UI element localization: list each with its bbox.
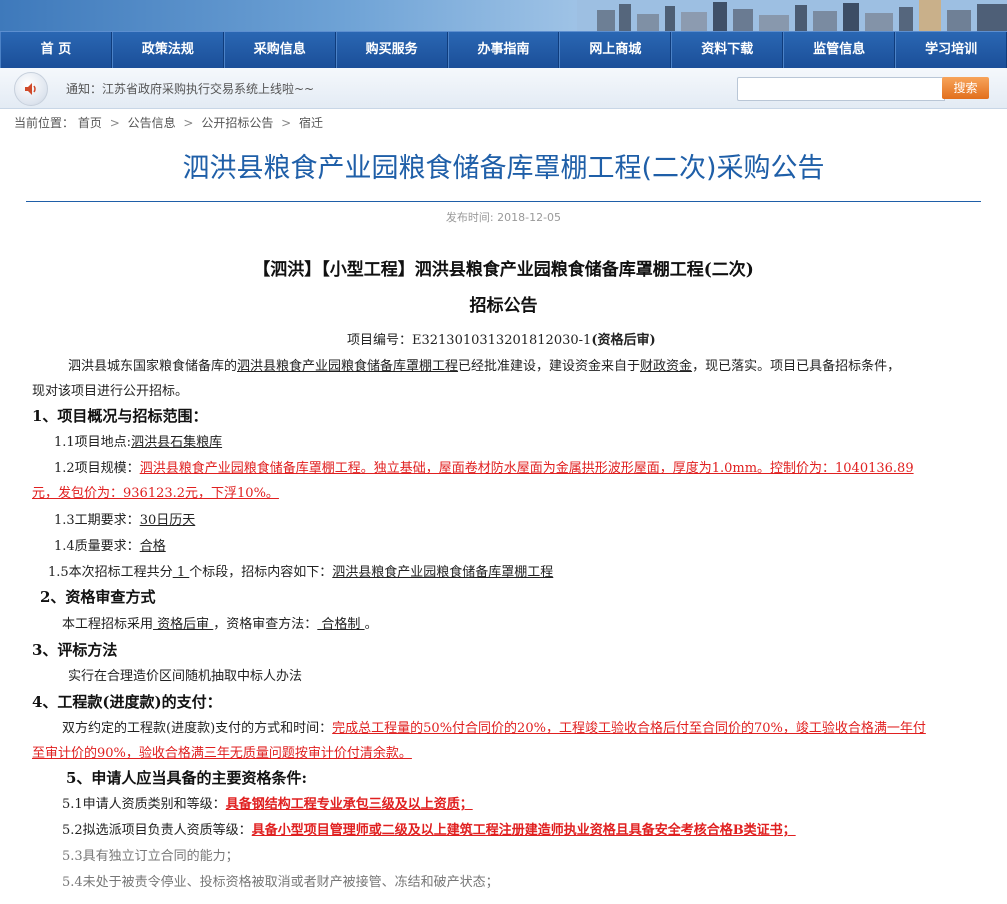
intro-project-name: 泗洪县粮食产业园粮食储备库罩棚工程 xyxy=(237,359,459,374)
item-1-1: 1.1项目地点:泗洪县石集粮库 xyxy=(54,431,222,450)
item-value: 30日历天 xyxy=(139,513,196,528)
item-value: 具备小型项目管理师或二级及以上建筑工程注册建造师执业资格且具备安全考核合格B类证… xyxy=(251,823,796,838)
nav-downloads[interactable]: 资料下载 xyxy=(671,32,784,68)
project-number-suffix: (资格后审) xyxy=(591,333,656,348)
section-1-heading: 1、项目概况与招标范围： xyxy=(32,407,208,425)
nav-supervision[interactable]: 监管信息 xyxy=(783,32,896,68)
nav-procurement-info[interactable]: 采购信息 xyxy=(223,32,336,68)
notice-bar: 通知：江苏省政府采购执行交易系统上线啦~~ 搜索 xyxy=(0,68,1007,109)
breadcrumb-separator: > xyxy=(109,116,120,130)
item-label: 5.2拟选派项目负责人资质等级： xyxy=(62,823,252,838)
payment-terms: 完成总工程量的50%付合同价的20%，工程竣工验收合格后付至合同价的70%，竣工… xyxy=(332,721,926,736)
document-subheading: 招标公告 xyxy=(469,296,538,316)
section-2-text: 本工程招标采用 资格后审 ，资格审查方法： 合格制 。 xyxy=(62,613,378,632)
item-label: 1.2项目规模： xyxy=(54,461,140,476)
section-3-heading: 3、评标方法 xyxy=(32,641,118,659)
payment-terms: 至审计价的90%，验收合格满三年无质量问题按审计价付清余款。 xyxy=(32,746,412,761)
section-2-heading: 2、资格审查方式 xyxy=(40,588,156,606)
search-button[interactable]: 搜索 xyxy=(942,77,989,99)
item-1-4: 1.4质量要求：合格 xyxy=(54,535,166,554)
text: 本工程招标采用 xyxy=(62,617,154,632)
banner-sky xyxy=(0,0,580,31)
section-4-heading: 4、工程款(进度款)的支付： xyxy=(32,693,222,711)
nav-online-mall[interactable]: 网上商城 xyxy=(559,32,672,68)
item-1-3: 1.3工期要求：30日历天 xyxy=(54,509,195,528)
header-banner xyxy=(0,0,1007,31)
item-value: 元，发包价为：936123.2元，下浮10%。 xyxy=(32,486,279,501)
page-title: 泗洪县粮食产业园粮食储备库罩棚工程(二次)采购公告 xyxy=(182,153,825,184)
item-5-2: 5.2拟选派项目负责人资质等级：具备小型项目管理师或二级及以上建筑工程注册建造师… xyxy=(62,819,796,838)
section-3-text: 实行在合理造价区间随机抽取中标人办法 xyxy=(68,669,303,684)
breadcrumb-public-tender[interactable]: 公开招标公告 xyxy=(201,116,273,130)
project-number: 项目编号：E3213010313201812030-1(资格后审) xyxy=(347,329,656,348)
item-5-4: 5.4未处于被责令停业、投标资格被取消或者财产被接管、冻结和破产状态； xyxy=(62,875,499,890)
document-heading: 【泗洪】【小型工程】泗洪县粮食产业园粮食储备库罩棚工程(二次) xyxy=(253,260,754,280)
text: 双方约定的工程款(进度款)支付的方式和时间： xyxy=(62,721,333,736)
nav-purchase-service[interactable]: 购买服务 xyxy=(335,32,448,68)
city-skyline-image xyxy=(577,0,1007,31)
breadcrumb-separator: > xyxy=(281,116,292,130)
breadcrumb-separator: > xyxy=(183,116,194,130)
nav-home[interactable]: 首 页 xyxy=(0,32,112,68)
item-label: 1.3工期要求： xyxy=(54,513,140,528)
item-1-5: 1.5本次招标工程共分 1 个标段，招标内容如下：泗洪县粮食产业园粮食储备库罩棚… xyxy=(48,561,553,580)
item-value: 泗洪县石集粮库 xyxy=(131,435,223,450)
section-5-heading: 5、申请人应当具备的主要资格条件: xyxy=(66,769,307,787)
review-method: 合格制 xyxy=(317,617,365,632)
nav-guide[interactable]: 办事指南 xyxy=(447,32,560,68)
breadcrumb-suqian[interactable]: 宿迁 xyxy=(299,116,323,130)
section-4-text-continued: 至审计价的90%，验收合格满三年无质量问题按审计价付清余款。 xyxy=(32,742,412,761)
item-value: 泗洪县粮食产业园粮食储备库罩棚工程 xyxy=(332,565,554,580)
item-1-2-continued: 元，发包价为：936123.2元，下浮10%。 xyxy=(32,482,279,501)
intro-text: ，现已落实。项目已具备招标条件， xyxy=(692,359,901,374)
speaker-icon xyxy=(14,72,48,106)
main-nav: 首 页 政策法规 采购信息 购买服务 办事指南 网上商城 资料下载 监管信息 学… xyxy=(0,31,1007,68)
item-label: 1.5本次招标工程共分 xyxy=(48,565,173,580)
item-count: 1 xyxy=(172,565,190,580)
text: ，资格审查方法： xyxy=(213,617,318,632)
item-value: 泗洪县粮食产业园粮食储备库罩棚工程。独立基础，屋面卷材防水屋面为金属拱形波形屋面… xyxy=(139,461,914,476)
item-label: 5.1申请人资质类别和等级： xyxy=(62,797,226,812)
intro-paragraph-end: 现对该项目进行公开招标。 xyxy=(32,384,189,399)
search-input[interactable] xyxy=(737,77,945,101)
breadcrumb-label: 当前位置： xyxy=(14,116,75,130)
breadcrumb-home[interactable]: 首页 xyxy=(78,116,102,130)
nav-training[interactable]: 学习培训 xyxy=(895,32,1007,68)
section-4-text: 双方约定的工程款(进度款)支付的方式和时间：完成总工程量的50%付合同价的20%… xyxy=(62,717,926,736)
item-label: 个标段，招标内容如下： xyxy=(189,565,333,580)
breadcrumb-announcements[interactable]: 公告信息 xyxy=(128,116,176,130)
notice-text[interactable]: 通知：江苏省政府采购执行交易系统上线啦~~ xyxy=(66,80,314,97)
intro-fund-source: 财政资金 xyxy=(640,359,693,374)
item-5-3: 5.3具有独立订立合同的能力； xyxy=(62,849,239,864)
nav-policy[interactable]: 政策法规 xyxy=(111,32,224,68)
publish-date: 发布时间: 2018-12-05 xyxy=(445,211,562,224)
item-5-1: 5.1申请人资质类别和等级：具备钢结构工程专业承包三级及以上资质； xyxy=(62,793,473,812)
item-label: 1.4质量要求： xyxy=(54,539,140,554)
breadcrumb: 当前位置： 首页 > 公告信息 > 公开招标公告 > 宿迁 xyxy=(0,109,1007,137)
review-mode: 资格后审 xyxy=(153,617,214,632)
item-label: 1.1项目地点: xyxy=(54,435,132,450)
intro-text: 泗洪县城东国家粮食储备库的 xyxy=(68,359,238,374)
text: 。 xyxy=(364,617,378,632)
item-1-2: 1.2项目规模：泗洪县粮食产业园粮食储备库罩棚工程。独立基础，屋面卷材防水屋面为… xyxy=(54,457,914,476)
intro-text: 已经批准建设，建设资金来自于 xyxy=(458,359,641,374)
item-value: 合格 xyxy=(139,539,166,554)
item-value: 具备钢结构工程专业承包三级及以上资质； xyxy=(225,797,473,812)
title-divider xyxy=(26,201,981,202)
intro-paragraph: 泗洪县城东国家粮食储备库的泗洪县粮食产业园粮食储备库罩棚工程已经批准建设，建设资… xyxy=(68,355,900,374)
project-number-label: 项目编号：E3213010313201812030-1 xyxy=(347,333,592,348)
